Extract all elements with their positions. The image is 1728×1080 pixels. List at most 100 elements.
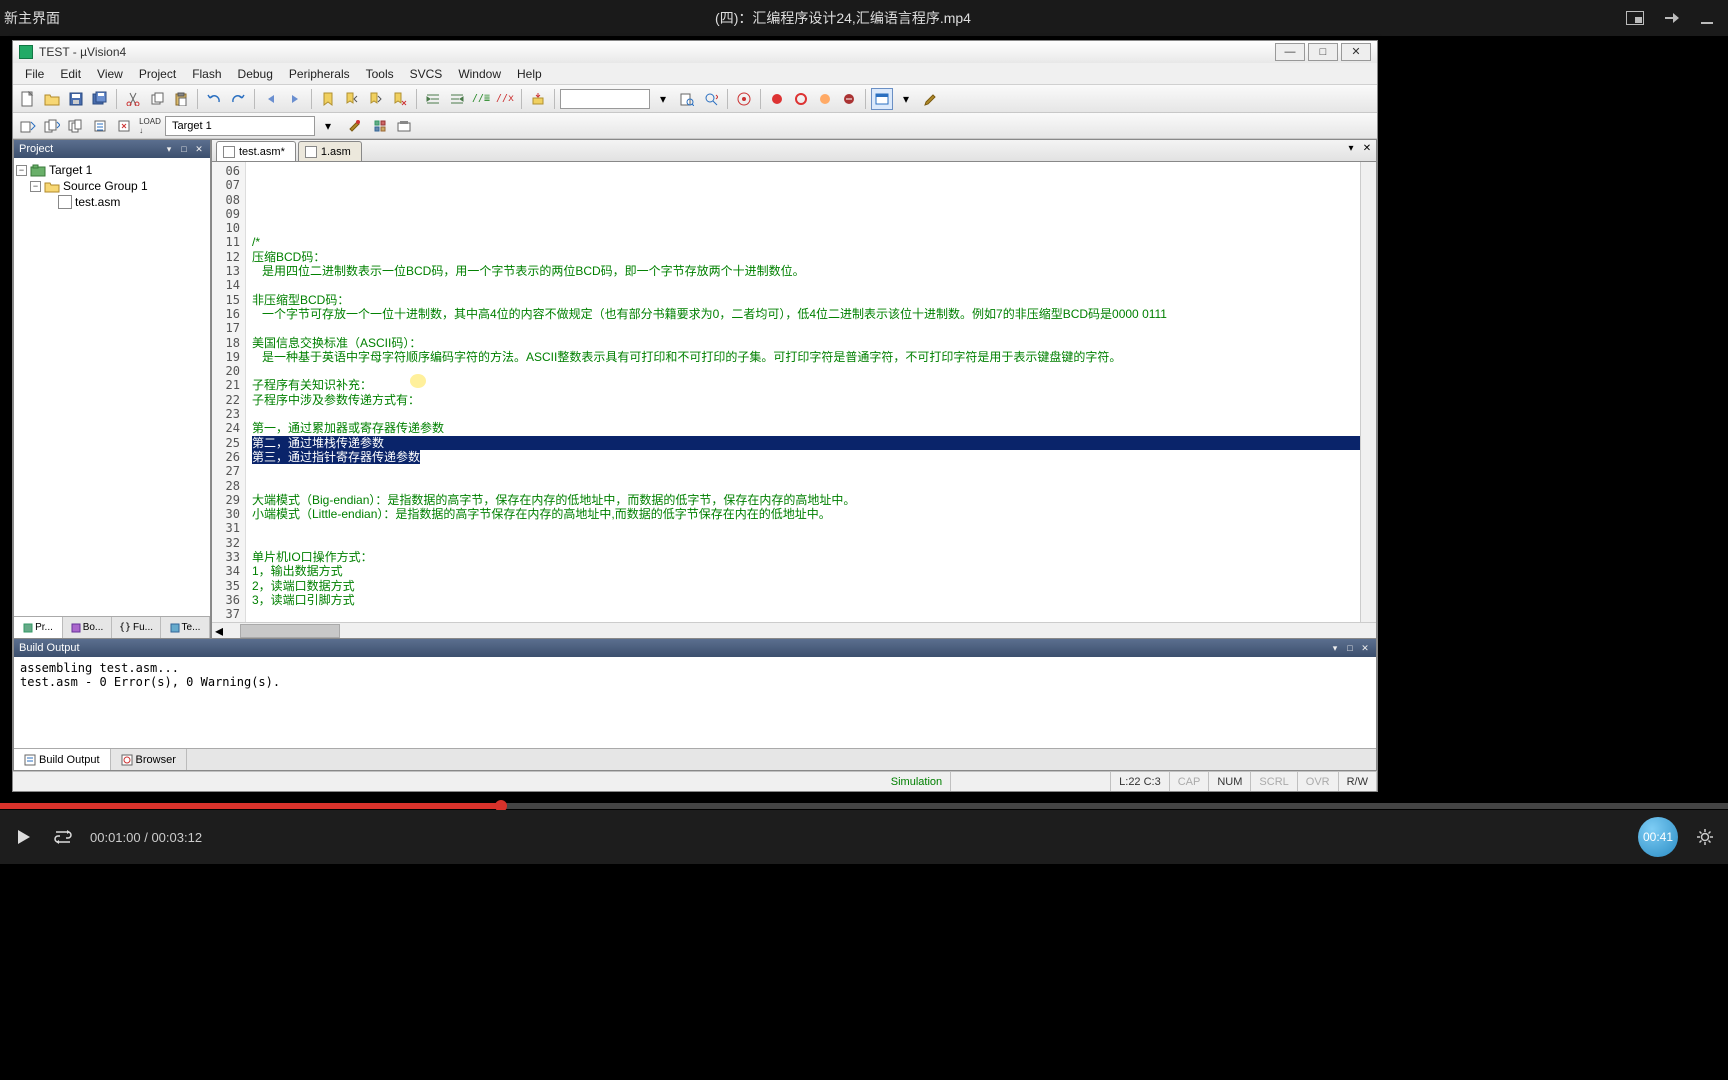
horizontal-scrollbar[interactable]: ◂ <box>212 622 1376 638</box>
panel-close-icon[interactable]: ✕ <box>1359 642 1371 654</box>
window-close-button[interactable]: ✕ <box>1341 43 1371 61</box>
window-layout-button[interactable] <box>871 88 893 110</box>
menu-svcs[interactable]: SVCS <box>402 65 451 83</box>
tree-collapse-icon[interactable]: − <box>30 181 41 192</box>
save-all-button[interactable] <box>89 88 111 110</box>
tab-nav-dropdown-icon[interactable]: ▾ <box>1344 142 1358 156</box>
build-output-header[interactable]: Build Output ▾ □ ✕ <box>14 639 1376 657</box>
line-number-gutter: 06 07 08 09 10 11 12 13 14 15 16 17 18 1… <box>212 162 246 622</box>
picture-in-picture-icon[interactable] <box>1626 9 1644 27</box>
loop-button[interactable] <box>50 824 76 850</box>
rebuild-button[interactable] <box>65 115 87 137</box>
uncomment-button[interactable]: //x <box>494 88 516 110</box>
player-title-left: 新主界面 <box>4 8 60 28</box>
incremental-find-button[interactable] <box>700 88 722 110</box>
undo-button[interactable] <box>203 88 225 110</box>
tab-close-icon[interactable]: ✕ <box>1360 142 1374 156</box>
video-progress-bar[interactable] <box>0 803 1728 809</box>
breakpoint-insert-button[interactable] <box>766 88 788 110</box>
bookmark-next-button[interactable] <box>365 88 387 110</box>
find-in-files-button[interactable] <box>676 88 698 110</box>
paste-button[interactable] <box>170 88 192 110</box>
cut-button[interactable] <box>122 88 144 110</box>
menu-edit[interactable]: Edit <box>52 65 89 83</box>
target-selector[interactable]: Target 1 <box>165 116 315 136</box>
manage-multi-button[interactable] <box>393 115 415 137</box>
uvision-titlebar[interactable]: TEST - µVision4 — □ ✕ <box>13 41 1377 63</box>
pin-icon[interactable] <box>1662 9 1680 27</box>
panel-dropdown-icon[interactable]: ▾ <box>163 143 175 155</box>
layout-dropdown-button[interactable]: ▾ <box>895 88 917 110</box>
comment-button[interactable]: //≣ <box>470 88 492 110</box>
breakpoint-enable-button[interactable] <box>790 88 812 110</box>
build-output-tab[interactable]: Build Output <box>14 749 111 770</box>
breakpoint-kill-button[interactable] <box>838 88 860 110</box>
window-maximize-button[interactable]: □ <box>1308 43 1338 61</box>
project-tab-books[interactable]: Bo... <box>63 617 112 638</box>
target-dropdown-button[interactable]: ▾ <box>317 115 339 137</box>
editor-tab-testasm[interactable]: test.asm* <box>216 141 296 161</box>
bookmark-prev-button[interactable] <box>341 88 363 110</box>
redo-button[interactable] <box>227 88 249 110</box>
project-tree[interactable]: − Target 1 − Source Group 1 test.asm <box>14 158 210 616</box>
player-titlebar: 新主界面 (四)：汇编程序设计24,汇编语言程序.mp4 <box>0 0 1728 36</box>
find-combo[interactable] <box>560 89 650 109</box>
tree-file-node[interactable]: test.asm <box>16 194 208 210</box>
project-tab-functions[interactable]: {}Fu... <box>112 617 161 638</box>
indent-button[interactable] <box>422 88 444 110</box>
recording-bubble[interactable]: 00:41 <box>1638 817 1678 857</box>
toolbar-main: //≣ //x ▾ ▾ <box>13 85 1377 113</box>
window-minimize-button[interactable]: — <box>1275 43 1305 61</box>
player-minimize-icon[interactable] <box>1698 9 1716 27</box>
tree-file-label: test.asm <box>75 195 120 209</box>
manage-project-button[interactable] <box>369 115 391 137</box>
tree-collapse-icon[interactable]: − <box>16 165 27 176</box>
build-output-text[interactable]: assembling test.asm... test.asm - 0 Erro… <box>14 657 1376 748</box>
bookmark-button[interactable] <box>317 88 339 110</box>
play-button[interactable] <box>10 824 36 850</box>
copy-button[interactable] <box>146 88 168 110</box>
insert-button[interactable] <box>527 88 549 110</box>
project-panel-header[interactable]: Project ▾ □ ✕ <box>14 140 210 158</box>
menu-view[interactable]: View <box>89 65 131 83</box>
batch-build-button[interactable] <box>89 115 111 137</box>
menu-peripherals[interactable]: Peripherals <box>281 65 358 83</box>
menu-debug[interactable]: Debug <box>230 65 281 83</box>
menu-window[interactable]: Window <box>450 65 509 83</box>
browser-tab[interactable]: Browser <box>111 749 187 770</box>
translate-button[interactable] <box>17 115 39 137</box>
panel-dropdown-icon[interactable]: ▾ <box>1329 642 1341 654</box>
menu-help[interactable]: Help <box>509 65 550 83</box>
new-file-button[interactable] <box>17 88 39 110</box>
panel-pin-icon[interactable]: □ <box>1344 642 1356 654</box>
nav-forward-button[interactable] <box>284 88 306 110</box>
find-dropdown-button[interactable]: ▾ <box>652 88 674 110</box>
tree-target-node[interactable]: − Target 1 <box>16 162 208 178</box>
target-options-button[interactable] <box>343 115 365 137</box>
tree-group-node[interactable]: − Source Group 1 <box>16 178 208 194</box>
project-tab-templates[interactable]: Te... <box>161 617 210 638</box>
settings-gear-icon[interactable] <box>1692 824 1718 850</box>
panel-pin-icon[interactable]: □ <box>178 143 190 155</box>
configure-button[interactable] <box>919 88 941 110</box>
outdent-button[interactable] <box>446 88 468 110</box>
debug-button[interactable] <box>733 88 755 110</box>
build-button[interactable] <box>41 115 63 137</box>
stop-build-button[interactable] <box>113 115 135 137</box>
download-button[interactable]: LOAD↓ <box>139 115 161 137</box>
bookmark-clear-button[interactable] <box>389 88 411 110</box>
code-editor[interactable]: /*压缩BCD码： 是用四位二进制数表示一位BCD码，用一个字节表示的两位BCD… <box>246 162 1360 622</box>
menu-file[interactable]: File <box>17 65 52 83</box>
panel-close-icon[interactable]: ✕ <box>193 143 205 155</box>
menu-flash[interactable]: Flash <box>184 65 229 83</box>
vertical-scrollbar[interactable] <box>1360 162 1376 622</box>
menu-tools[interactable]: Tools <box>358 65 402 83</box>
nav-back-button[interactable] <box>260 88 282 110</box>
breakpoint-disable-button[interactable] <box>814 88 836 110</box>
open-file-button[interactable] <box>41 88 63 110</box>
save-button[interactable] <box>65 88 87 110</box>
editor-tab-1asm[interactable]: 1.asm <box>298 141 362 161</box>
menu-project[interactable]: Project <box>131 65 184 83</box>
scrollbar-thumb[interactable] <box>240 624 340 638</box>
project-tab-project[interactable]: Pr... <box>14 617 63 638</box>
